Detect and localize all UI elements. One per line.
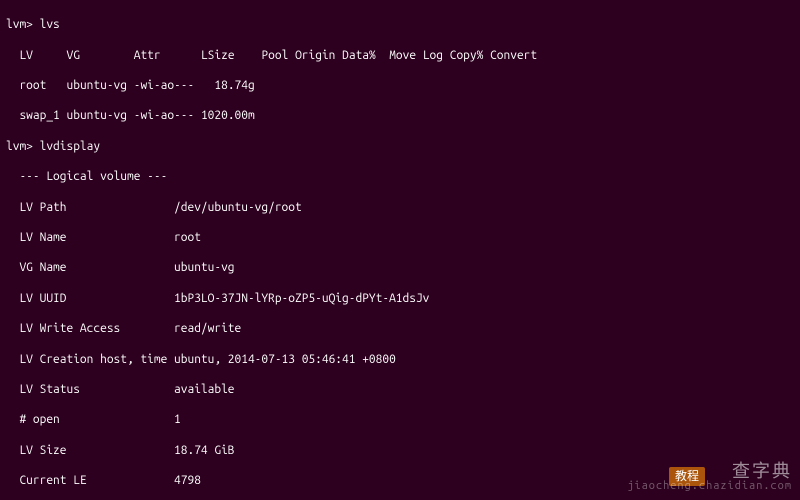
lv-field: VG Name ubuntu-vg <box>6 260 794 275</box>
terminal-output[interactable]: lvm> lvs LV VG Attr LSize Pool Origin Da… <box>0 0 800 500</box>
prompt: lvm> <box>6 140 40 153</box>
prompt: lvm> <box>6 18 40 31</box>
lv-field: LV Name root <box>6 230 794 245</box>
lvs-row: swap_1 ubuntu-vg -wi-ao--- 1020.00m <box>6 108 794 123</box>
lv-field: LV Write Access read/write <box>6 321 794 336</box>
command-text: lvs <box>40 18 60 31</box>
prompt-line: lvm> lvs <box>6 17 794 32</box>
lv-field: LV Size 18.74 GiB <box>6 443 794 458</box>
lv-field: LV Path /dev/ubuntu-vg/root <box>6 200 794 215</box>
lv-section-header: --- Logical volume --- <box>6 169 794 184</box>
lv-field: # open 1 <box>6 412 794 427</box>
lvs-row: root ubuntu-vg -wi-ao--- 18.74g <box>6 78 794 93</box>
lv-field: LV UUID 1bP3LO-37JN-lYRp-oZP5-uQig-dPYt-… <box>6 291 794 306</box>
lvs-header: LV VG Attr LSize Pool Origin Data% Move … <box>6 48 794 63</box>
command-text: lvdisplay <box>40 140 100 153</box>
lv-field: LV Status available <box>6 382 794 397</box>
lv-field: LV Creation host, time ubuntu, 2014-07-1… <box>6 352 794 367</box>
lv-field: Current LE 4798 <box>6 473 794 488</box>
prompt-line: lvm> lvdisplay <box>6 139 794 154</box>
